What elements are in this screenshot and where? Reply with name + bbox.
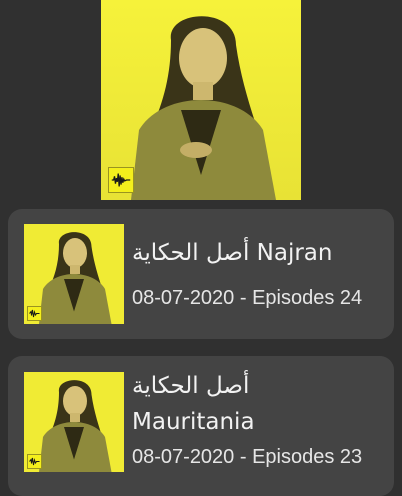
episode-thumbnail [24,224,124,324]
episode-thumbnail [24,372,124,472]
audio-waveform-logo-icon [27,306,42,321]
episode-title-line: أصل الحكاية [132,373,250,399]
episode-title: أصل الحكاية Mauritania [132,368,372,440]
episode-meta: 08-07-2020 - Episodes 24 [132,287,362,310]
episode-card[interactable]: أصل الحكاية Najran 08-07-2020 - Episodes… [8,209,394,339]
episode-card[interactable]: أصل الحكاية Mauritania 08-07-2020 - Epis… [8,356,394,496]
episode-title: أصل الحكاية Najran [132,240,333,266]
episode-date: 08-07-2020 [132,287,235,309]
meta-separator: - [234,287,253,309]
episode-meta: 08-07-2020 - Episodes 23 [132,446,362,469]
audio-waveform-logo-icon [27,454,42,469]
hero-cover-image[interactable] [101,0,301,200]
episode-count: Episodes 24 [252,287,363,309]
episode-count: Episodes 23 [252,446,363,468]
meta-separator: - [234,446,253,468]
episode-title-line: Mauritania [132,409,255,435]
episode-date: 08-07-2020 [132,446,235,468]
audio-waveform-logo-icon [108,167,134,193]
